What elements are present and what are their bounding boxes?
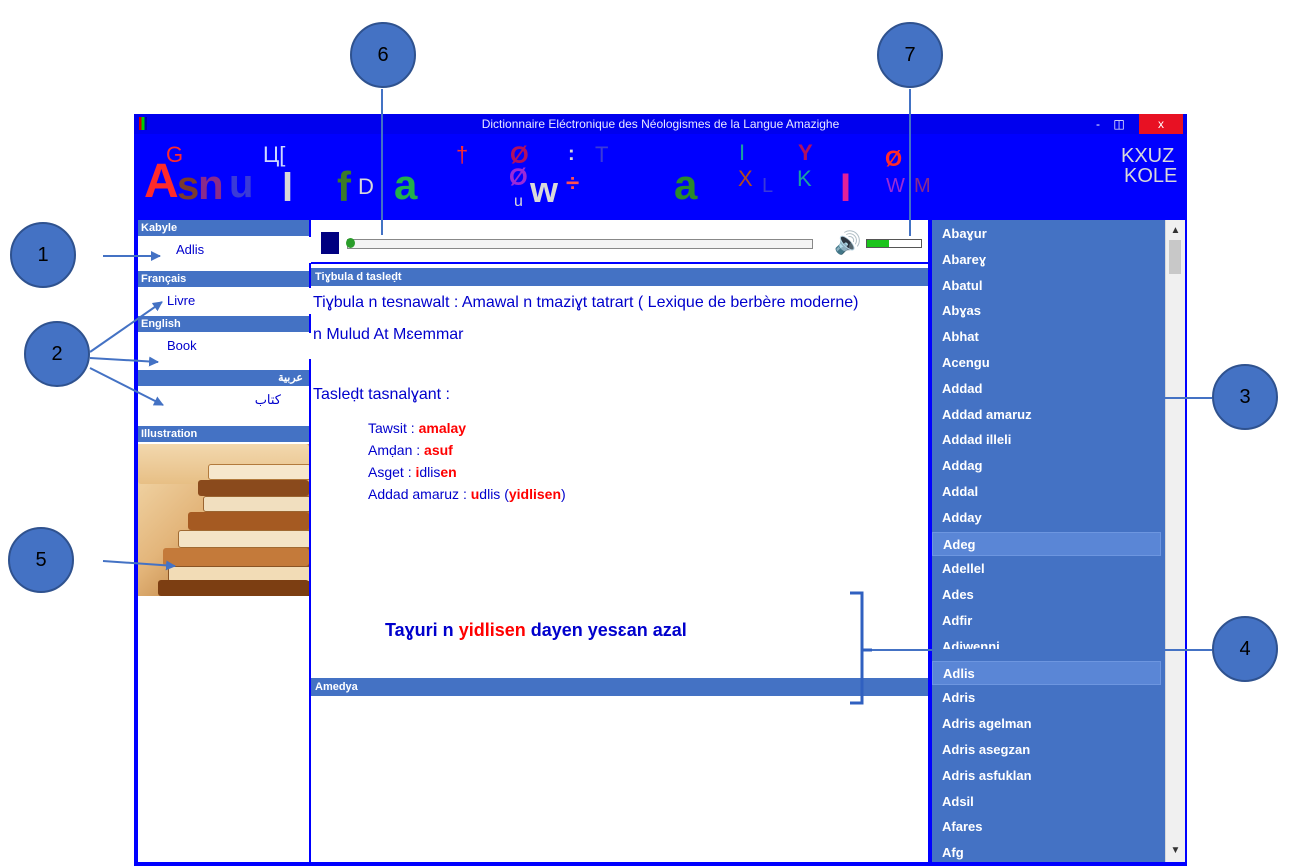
callout-2: 2: [24, 321, 90, 387]
callout-7: 7: [877, 22, 943, 88]
word-list-item[interactable]: Afares: [932, 815, 1161, 839]
gender-value: amalay: [418, 420, 467, 436]
plural-suffix: en: [440, 464, 457, 480]
number-label: Amḍan :: [368, 442, 425, 458]
example-part-1: Taɣuri n: [385, 620, 459, 640]
plural-stem: dlis: [419, 464, 441, 480]
example-header: Amedya: [311, 678, 928, 696]
annexed-label: Addad amaruz :: [368, 486, 471, 502]
minimize-button[interactable]: -: [1088, 114, 1108, 134]
callout-3: 3: [1212, 364, 1278, 430]
content-panel: 🔊 Tiɣbula d tasleḍt Tiɣbula n tesnawalt …: [311, 220, 928, 862]
word-list-item[interactable]: Adeg: [932, 531, 1161, 556]
arabic-header: عربية: [138, 370, 309, 386]
plural-label: Asget :: [368, 464, 416, 480]
arabic-value: كتاب: [138, 387, 309, 413]
word-list-item[interactable]: Addad: [932, 377, 1161, 401]
word-list-item[interactable]: Adiwenni: [932, 635, 1161, 659]
definition-header: Tiɣbula d tasleḍt: [311, 268, 928, 286]
callout-6: 6: [350, 22, 416, 88]
scroll-thumb[interactable]: [1169, 240, 1181, 274]
word-list-item[interactable]: Adellel: [932, 557, 1161, 581]
word-list-scrollbar[interactable]: ▲ ▼: [1165, 220, 1185, 862]
app-window: Dictionnaire Eléctronique des Néologisme…: [134, 114, 1187, 866]
word-list-item[interactable]: Ades: [932, 583, 1161, 607]
source-line-1: Tiɣbula n tesnawalt : Amawal n tmaziɣt t…: [313, 294, 859, 311]
word-list-item[interactable]: Adfir: [932, 609, 1161, 633]
callout-1: 1: [10, 222, 76, 288]
kabyle-header: Kabyle: [138, 220, 309, 236]
callout-4: 4: [1212, 616, 1278, 682]
scroll-up-icon[interactable]: ▲: [1166, 222, 1185, 240]
word-list-item[interactable]: Addad illeli: [932, 428, 1161, 452]
word-list-item[interactable]: Adlis: [932, 660, 1161, 685]
maximize-button[interactable]: ◫: [1109, 114, 1129, 134]
word-list-item[interactable]: Adday: [932, 506, 1161, 530]
seek-bar[interactable]: [347, 239, 813, 249]
speaker-icon[interactable]: 🔊: [834, 230, 861, 256]
close-button[interactable]: x: [1139, 114, 1183, 134]
word-list-item[interactable]: Addad amaruz: [932, 403, 1161, 427]
word-list-item[interactable]: Abɣas: [932, 299, 1161, 323]
word-list-item[interactable]: Addal: [932, 480, 1161, 504]
plural-row: Asget : idlisen: [368, 464, 457, 480]
analysis-title: Tasleḍt tasnalɣant :: [313, 386, 450, 403]
audio-player: 🔊: [311, 220, 928, 264]
volume-slider[interactable]: [866, 239, 922, 248]
callout-5: 5: [8, 527, 74, 593]
word-list-item[interactable]: Adris: [932, 686, 1161, 710]
tifinagh-banner: A G s n u Ц[ l f D a † Ø Ø u w : ÷ T a I…: [134, 134, 1187, 216]
word-list[interactable]: Abaɣur Abareɣ Abatul Abɣas Abhat Acengu Addad A…: [932, 220, 1165, 862]
french-header: Français: [138, 271, 309, 287]
gender-row: Tawsit : amalay: [368, 420, 466, 436]
word-list-item[interactable]: Acengu: [932, 351, 1161, 375]
seek-handle[interactable]: [346, 238, 355, 248]
books-illustration: [138, 444, 309, 596]
illustration-header: Illustration: [138, 426, 309, 442]
word-list-item[interactable]: Abhat: [932, 325, 1161, 349]
word-list-item[interactable]: Addag: [932, 454, 1161, 478]
word-list-item[interactable]: Adris asegzan: [932, 738, 1161, 762]
english-value: Book: [138, 333, 338, 359]
french-value: Livre: [138, 288, 338, 314]
example-part-2: dayen yesɛan azal: [525, 620, 687, 640]
word-list-item[interactable]: Abareɣ: [932, 248, 1161, 272]
annexed-stem: dlis (: [479, 486, 509, 502]
title-bar: Dictionnaire Eléctronique des Néologisme…: [134, 114, 1187, 134]
word-list-item[interactable]: Abatul: [932, 274, 1161, 298]
word-list-item[interactable]: Adsil: [932, 790, 1161, 814]
word-list-item[interactable]: Afg: [932, 841, 1161, 862]
stop-button[interactable]: [321, 232, 339, 254]
annexed-prefix: u: [470, 486, 480, 502]
word-list-item[interactable]: Adris agelman: [932, 712, 1161, 736]
scroll-down-icon[interactable]: ▼: [1166, 842, 1185, 860]
translations-panel: Kabyle Adlis Français Livre English Book…: [138, 220, 347, 862]
source-line-2: n Mulud At Mɛemmar: [313, 326, 464, 343]
example-highlight: yidlisen: [458, 620, 526, 640]
number-row: Amḍan : asuf: [368, 442, 453, 458]
english-header: English: [138, 316, 309, 332]
volume-level: [867, 240, 889, 247]
annexed-plural: yidlisen: [508, 486, 561, 502]
annexed-close: ): [561, 486, 566, 502]
gender-label: Tawsit :: [368, 420, 419, 436]
example-sentence: Taɣuri n yidlisen dayen yesɛan azal: [385, 620, 687, 641]
annexed-state-row: Addad amaruz : udlis (yidlisen): [368, 486, 566, 502]
number-value: asuf: [424, 442, 453, 458]
word-list-item[interactable]: Abaɣur: [932, 222, 1161, 246]
word-list-item[interactable]: Adris asfuklan: [932, 764, 1161, 788]
window-title: Dictionnaire Eléctronique des Néologisme…: [481, 117, 840, 131]
